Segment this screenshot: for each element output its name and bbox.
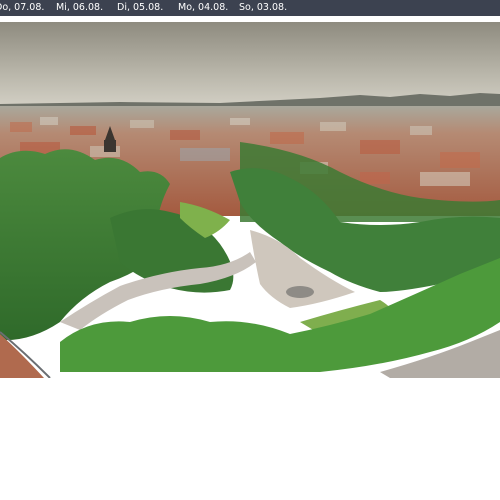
- date-tab-di-05-08[interactable]: Di, 05.08.: [117, 0, 178, 16]
- fountain: [286, 286, 314, 298]
- panorama-canvas: [0, 22, 500, 378]
- date-tab-mo-04-08[interactable]: Mo, 04.08.: [178, 0, 239, 16]
- date-tab-so-03-08[interactable]: So, 03.08.: [239, 0, 300, 16]
- date-tab-do-07-08[interactable]: Do, 07.08.: [0, 0, 56, 16]
- sky: [0, 22, 500, 106]
- webcam-panorama-image[interactable]: [0, 22, 500, 378]
- date-navigation-bar: Do, 07.08. Mi, 06.08. Di, 05.08. Mo, 04.…: [0, 0, 500, 16]
- date-tab-mi-06-08[interactable]: Mi, 06.08.: [56, 0, 117, 16]
- foreground-roof: [0, 334, 44, 378]
